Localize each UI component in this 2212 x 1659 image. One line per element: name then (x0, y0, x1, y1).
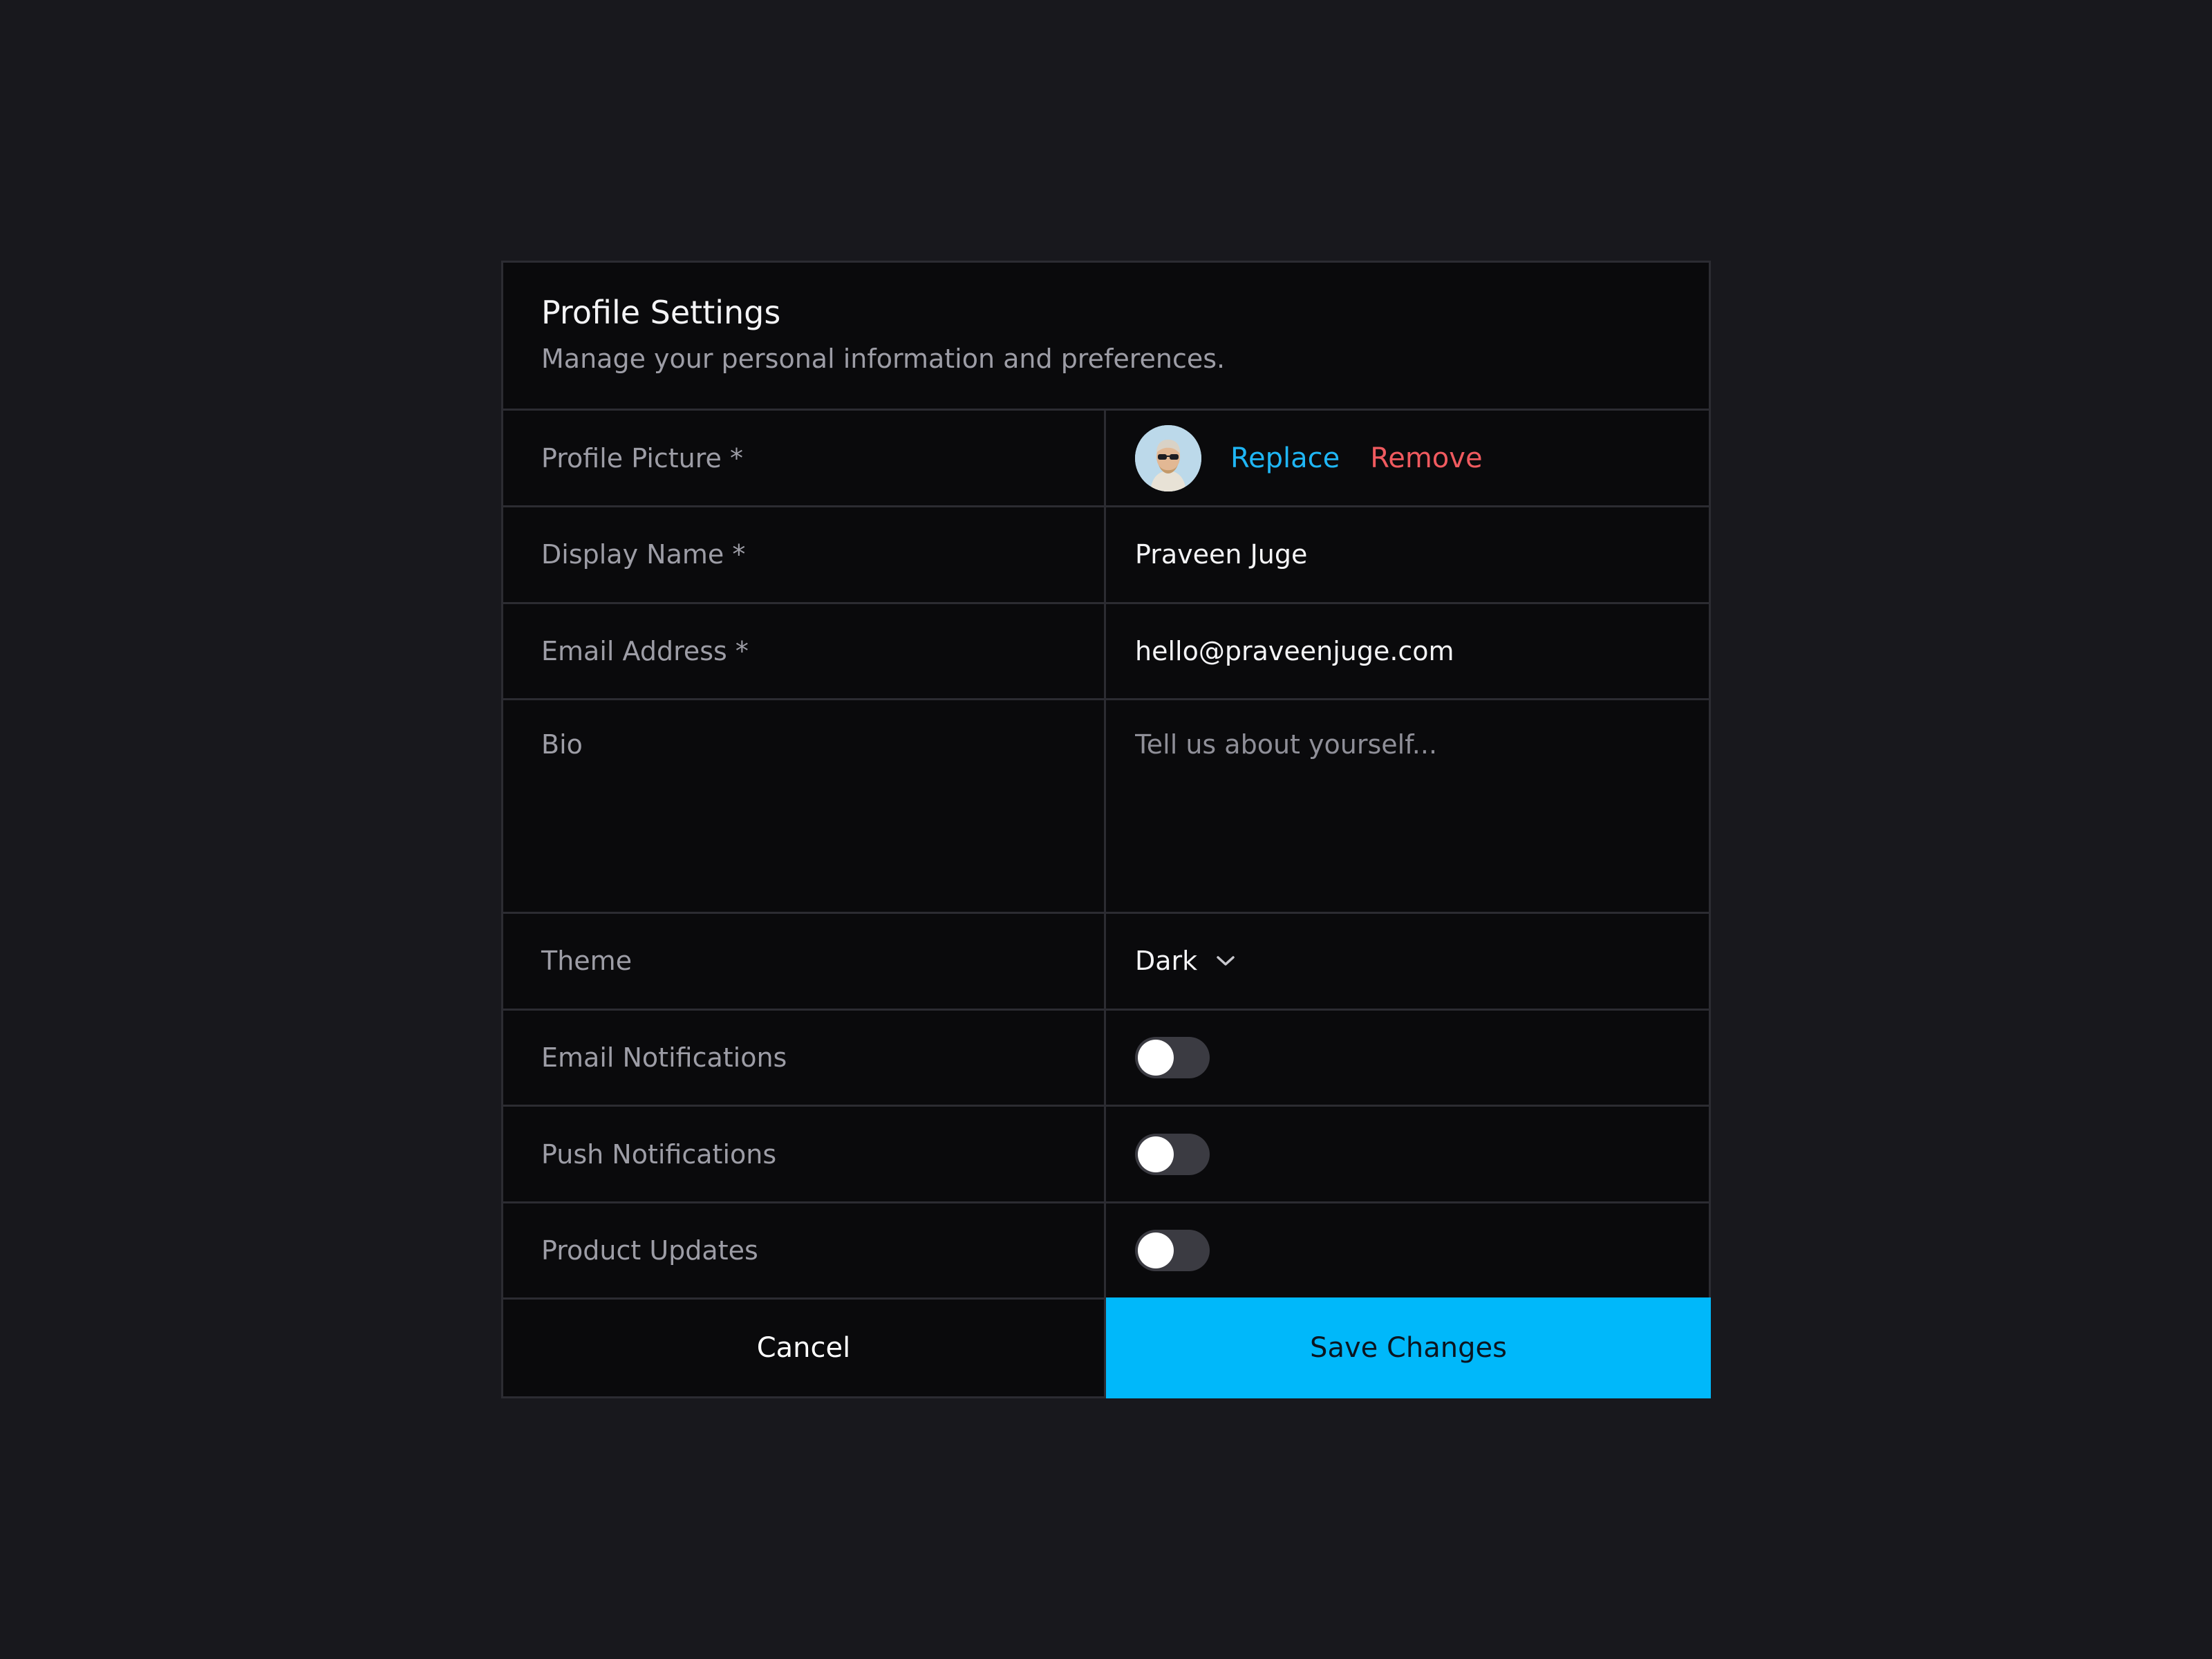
bio-textarea[interactable] (1135, 729, 1709, 882)
card-footer: Cancel Save Changes (503, 1297, 1711, 1398)
cancel-button[interactable]: Cancel (503, 1300, 1106, 1396)
remove-button[interactable]: Remove (1370, 442, 1482, 474)
profile-settings-card: Profile Settings Manage your personal in… (501, 261, 1711, 1398)
email-notifications-toggle[interactable] (1135, 1037, 1210, 1079)
theme-cell: Dark (1106, 914, 1709, 1009)
theme-select[interactable]: Dark (1135, 946, 1236, 976)
avatar (1135, 424, 1201, 491)
row-email: Email Address * hello@praveenjuge.com (503, 603, 1709, 701)
product-updates-toggle[interactable] (1135, 1230, 1210, 1272)
toggle-knob (1138, 1136, 1174, 1172)
profile-picture-controls: Replace Remove (1106, 411, 1709, 505)
card-header: Profile Settings Manage your personal in… (503, 263, 1709, 411)
email-field[interactable]: hello@praveenjuge.com (1106, 604, 1709, 699)
toggle-knob (1138, 1040, 1174, 1076)
theme-selected-value: Dark (1135, 946, 1198, 977)
row-bio: Bio (503, 700, 1709, 915)
push-notifications-toggle[interactable] (1135, 1133, 1210, 1175)
row-theme: Theme Dark (503, 914, 1709, 1011)
avatar-image (1135, 424, 1201, 491)
row-profile-picture: Profile Picture * Replace Remove (503, 411, 1709, 508)
email-notifications-label: Email Notifications (503, 1010, 1106, 1105)
email-notifications-cell (1106, 1011, 1709, 1105)
row-product-updates: Product Updates (503, 1203, 1709, 1300)
email-label: Email Address * (503, 603, 1106, 699)
display-name-field[interactable]: Praveen Juge (1106, 507, 1709, 602)
product-updates-cell (1106, 1203, 1709, 1298)
display-name-label: Display Name * (503, 507, 1106, 602)
theme-label: Theme (503, 914, 1106, 1009)
replace-button[interactable]: Replace (1230, 442, 1340, 474)
bio-field-wrapper (1106, 700, 1709, 912)
push-notifications-label: Push Notifications (503, 1107, 1106, 1201)
product-updates-label: Product Updates (503, 1203, 1106, 1298)
row-email-notifications: Email Notifications (503, 1010, 1709, 1107)
chevron-down-icon (1215, 954, 1236, 968)
bio-label: Bio (503, 700, 1106, 912)
page-subtitle: Manage your personal information and pre… (541, 343, 1226, 374)
toggle-knob (1138, 1232, 1174, 1269)
profile-picture-label: Profile Picture * (503, 411, 1106, 506)
page-title: Profile Settings (541, 294, 781, 331)
row-push-notifications: Push Notifications (503, 1107, 1709, 1203)
row-display-name: Display Name * Praveen Juge (503, 507, 1709, 604)
push-notifications-cell (1106, 1107, 1709, 1201)
save-changes-button[interactable]: Save Changes (1106, 1297, 1711, 1398)
